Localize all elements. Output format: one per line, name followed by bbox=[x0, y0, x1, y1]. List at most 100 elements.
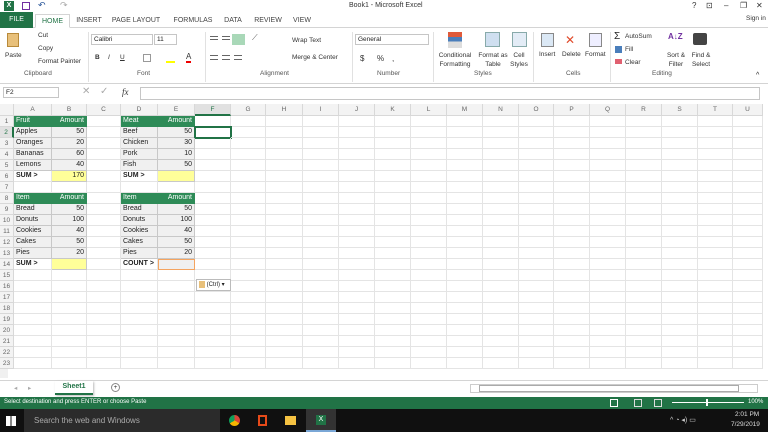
cell[interactable] bbox=[483, 116, 519, 127]
cell[interactable] bbox=[411, 292, 447, 303]
cell[interactable] bbox=[231, 215, 266, 226]
cell[interactable] bbox=[339, 149, 375, 160]
cell[interactable] bbox=[52, 358, 87, 369]
cell[interactable] bbox=[87, 160, 121, 171]
cell[interactable] bbox=[87, 336, 121, 347]
font-size-dropdown[interactable]: 11 bbox=[154, 34, 177, 45]
cell[interactable] bbox=[483, 237, 519, 248]
font-name-dropdown[interactable]: Calibri bbox=[91, 34, 153, 45]
cell[interactable] bbox=[375, 314, 411, 325]
row-header-15[interactable]: 15 bbox=[0, 270, 14, 281]
cell[interactable] bbox=[195, 182, 231, 193]
cell[interactable] bbox=[231, 347, 266, 358]
cell[interactable] bbox=[447, 226, 483, 237]
cell[interactable] bbox=[662, 226, 698, 237]
cell-B12[interactable]: 50 bbox=[52, 237, 87, 248]
cell[interactable] bbox=[519, 237, 554, 248]
cell[interactable] bbox=[554, 193, 590, 204]
cell[interactable] bbox=[447, 358, 483, 369]
italic-button[interactable]: I bbox=[108, 54, 110, 61]
cell[interactable] bbox=[375, 336, 411, 347]
column-header-F[interactable]: F bbox=[195, 104, 231, 116]
cell[interactable] bbox=[266, 292, 303, 303]
conditional-formatting-button[interactable]: Conditional Formatting bbox=[436, 51, 474, 69]
cell[interactable] bbox=[590, 127, 626, 138]
cell[interactable] bbox=[266, 116, 303, 127]
cell[interactable] bbox=[375, 347, 411, 358]
cell-styles-button[interactable]: Cell Styles bbox=[508, 51, 530, 69]
cell[interactable] bbox=[14, 336, 52, 347]
cell[interactable] bbox=[662, 270, 698, 281]
office-icon[interactable] bbox=[258, 415, 267, 426]
cell[interactable] bbox=[303, 248, 339, 259]
cell-E8[interactable]: Amount bbox=[158, 193, 195, 204]
cell[interactable] bbox=[626, 204, 662, 215]
cell[interactable] bbox=[411, 259, 447, 270]
cell-B2[interactable]: 50 bbox=[52, 127, 87, 138]
cell[interactable] bbox=[554, 248, 590, 259]
cell[interactable] bbox=[519, 204, 554, 215]
cell[interactable] bbox=[590, 358, 626, 369]
cell[interactable] bbox=[121, 182, 158, 193]
cell[interactable] bbox=[662, 149, 698, 160]
cell[interactable] bbox=[231, 171, 266, 182]
row-header-11[interactable]: 11 bbox=[0, 226, 14, 237]
cell[interactable] bbox=[375, 281, 411, 292]
cell[interactable] bbox=[266, 160, 303, 171]
scroll-left-icon[interactable]: ◂ bbox=[14, 384, 17, 392]
cell[interactable] bbox=[87, 138, 121, 149]
cell[interactable] bbox=[590, 314, 626, 325]
cell[interactable] bbox=[698, 149, 733, 160]
cell[interactable] bbox=[626, 270, 662, 281]
cell[interactable] bbox=[698, 116, 733, 127]
normal-view-icon[interactable] bbox=[610, 399, 618, 407]
cell[interactable] bbox=[231, 204, 266, 215]
cell[interactable] bbox=[52, 292, 87, 303]
cell[interactable] bbox=[554, 270, 590, 281]
cell[interactable] bbox=[519, 347, 554, 358]
cell[interactable] bbox=[733, 226, 763, 237]
horizontal-scrollbar[interactable] bbox=[470, 384, 758, 393]
column-header-E[interactable]: E bbox=[158, 104, 195, 116]
excel-taskbar-icon[interactable]: X bbox=[306, 409, 336, 432]
clear-button[interactable]: Clear bbox=[625, 59, 641, 66]
cell[interactable] bbox=[87, 325, 121, 336]
cell-A14[interactable]: SUM > bbox=[14, 259, 52, 270]
cell[interactable] bbox=[590, 138, 626, 149]
close-button[interactable]: ✕ bbox=[756, 1, 763, 10]
cell[interactable] bbox=[733, 204, 763, 215]
cell[interactable] bbox=[339, 248, 375, 259]
cell-A11[interactable]: Cookies bbox=[14, 226, 52, 237]
cell[interactable] bbox=[483, 347, 519, 358]
cell[interactable] bbox=[626, 160, 662, 171]
cell[interactable] bbox=[266, 270, 303, 281]
cell[interactable] bbox=[303, 138, 339, 149]
cell[interactable] bbox=[447, 292, 483, 303]
cell[interactable] bbox=[554, 127, 590, 138]
cell-B5[interactable]: 40 bbox=[52, 160, 87, 171]
cell[interactable] bbox=[411, 314, 447, 325]
cell[interactable] bbox=[303, 182, 339, 193]
cell[interactable] bbox=[698, 259, 733, 270]
sort-filter-button[interactable]: Sort & Filter bbox=[664, 51, 688, 69]
cell[interactable] bbox=[52, 270, 87, 281]
delete-button[interactable]: Delete bbox=[562, 51, 581, 58]
cell-D11[interactable]: Cookies bbox=[121, 226, 158, 237]
font-color-icon[interactable]: A bbox=[186, 52, 192, 63]
cell[interactable] bbox=[590, 347, 626, 358]
cell[interactable] bbox=[519, 314, 554, 325]
cell[interactable] bbox=[662, 347, 698, 358]
cell[interactable] bbox=[303, 215, 339, 226]
cell[interactable] bbox=[87, 248, 121, 259]
cell-A2[interactable]: Apples bbox=[14, 127, 52, 138]
cell-A4[interactable]: Bananas bbox=[14, 149, 52, 160]
cell-A1[interactable]: Fruit bbox=[14, 116, 52, 127]
cell[interactable] bbox=[158, 336, 195, 347]
column-header-H[interactable]: H bbox=[266, 104, 303, 116]
cell[interactable] bbox=[87, 171, 121, 182]
cell-D10[interactable]: Donuts bbox=[121, 215, 158, 226]
cell[interactable] bbox=[590, 336, 626, 347]
cell[interactable] bbox=[303, 171, 339, 182]
cell[interactable] bbox=[266, 204, 303, 215]
cell[interactable] bbox=[626, 226, 662, 237]
